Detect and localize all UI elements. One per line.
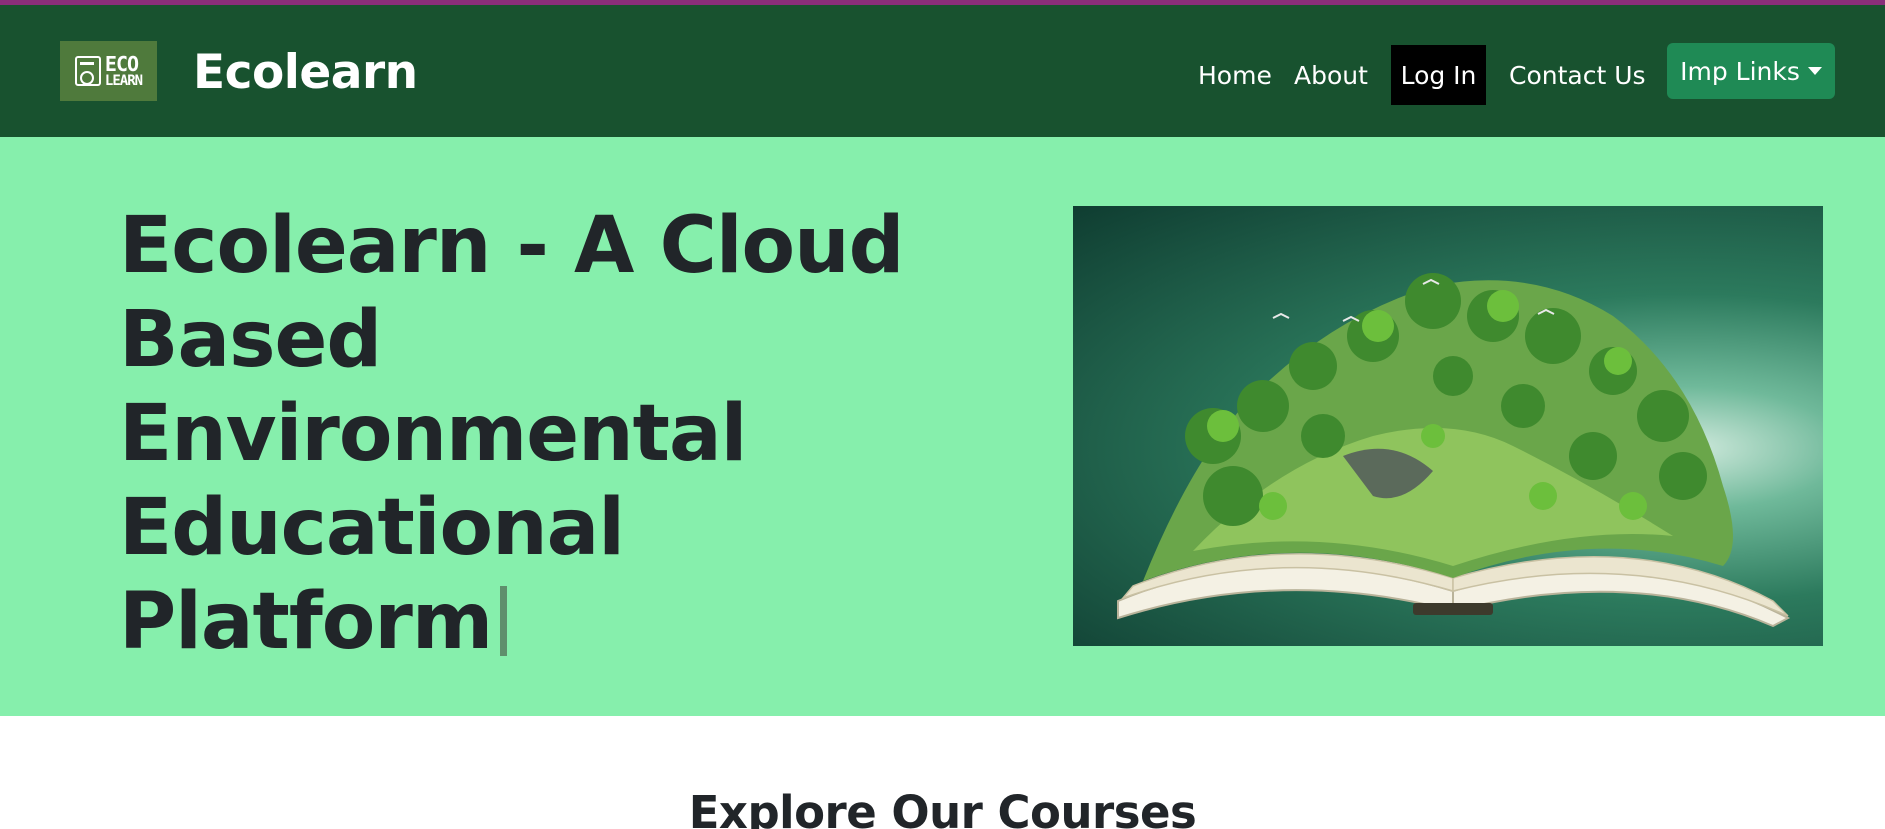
nav-login-link[interactable]: Log In (1391, 45, 1486, 105)
hero-title: Ecolearn - A Cloud Based Environmental E… (119, 201, 905, 667)
hero-illustration (1117, 273, 1791, 628)
imp-links-dropdown-button[interactable]: Imp Links (1667, 43, 1835, 99)
hero-section: Ecolearn - A Cloud Based Environmental E… (0, 137, 1885, 716)
logo-book-icon (74, 56, 101, 86)
logo-line-2: LEARN (104, 73, 143, 89)
logo-text: ECO LEARN (104, 52, 143, 89)
hero-image-open-book-forest (1073, 206, 1823, 646)
courses-section-title: Explore Our Courses (688, 786, 1197, 829)
brand-name-link[interactable]: Ecolearn (193, 45, 418, 100)
nav-contact-link[interactable]: Contact Us (1509, 45, 1646, 105)
imp-links-label: Imp Links (1680, 56, 1800, 86)
navbar: ECO LEARN Ecolearn Home About Log In Con… (0, 5, 1885, 137)
typing-cursor (500, 586, 508, 656)
hero-title-container: Ecolearn - A Cloud Based Environmental E… (119, 199, 939, 669)
nav-about-link[interactable]: About (1294, 45, 1368, 105)
nav-home-link[interactable]: Home (1198, 45, 1272, 105)
caret-down-icon (1807, 67, 1822, 75)
logo-line-1: ECO (104, 52, 139, 76)
brand-logo[interactable]: ECO LEARN (60, 41, 157, 101)
